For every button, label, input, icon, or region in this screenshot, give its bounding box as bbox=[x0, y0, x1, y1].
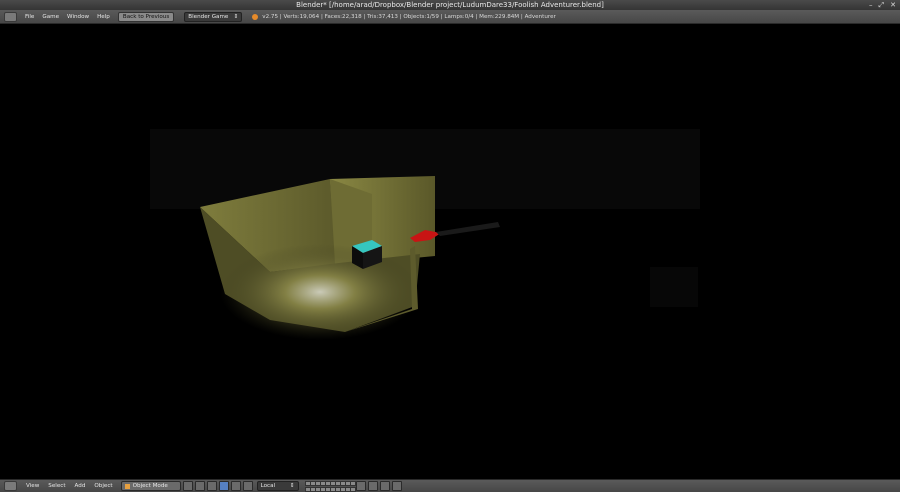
dim-object bbox=[650, 267, 698, 307]
menu-help[interactable]: Help bbox=[97, 14, 110, 20]
window-controls: – ⤢ ✕ bbox=[869, 0, 896, 10]
transform-orientation-select[interactable]: Local ⇕ bbox=[256, 481, 299, 491]
window-titlebar: Blender* [/home/arad/Dropbox/Blender pro… bbox=[0, 0, 900, 10]
render-preview-icon[interactable] bbox=[391, 481, 402, 491]
translate-icon[interactable] bbox=[218, 481, 229, 491]
minimize-icon[interactable]: – bbox=[869, 0, 873, 10]
chevron-updown-icon: ⇕ bbox=[289, 483, 295, 489]
editor-type-button[interactable] bbox=[4, 11, 17, 22]
info-header: File Game Window Help Back to Previous B… bbox=[0, 10, 900, 24]
manipulator-icon[interactable] bbox=[206, 481, 217, 491]
window-title: Blender* [/home/arad/Dropbox/Blender pro… bbox=[296, 1, 604, 9]
menu-add[interactable]: Add bbox=[75, 483, 86, 489]
menu-view[interactable]: View bbox=[26, 483, 39, 489]
3d-viewport[interactable] bbox=[0, 24, 900, 479]
snap-target-icon[interactable] bbox=[379, 481, 390, 491]
menu-file[interactable]: File bbox=[25, 14, 34, 20]
layer-button[interactable] bbox=[349, 480, 356, 486]
viewport-scene bbox=[150, 129, 700, 340]
orientation-label: Local bbox=[260, 483, 276, 489]
back-to-previous-button[interactable]: Back to Previous bbox=[117, 11, 175, 22]
viewport-shading-icon[interactable] bbox=[182, 481, 193, 491]
scale-icon[interactable] bbox=[242, 481, 253, 491]
snap-icon[interactable] bbox=[367, 481, 378, 491]
menu-window[interactable]: Window bbox=[67, 14, 89, 20]
render-engine-select[interactable]: Blender Game ⇕ bbox=[184, 11, 243, 22]
layer-grid[interactable] bbox=[304, 480, 356, 492]
menu-select[interactable]: Select bbox=[48, 483, 65, 489]
close-icon[interactable]: ✕ bbox=[890, 0, 896, 10]
blender-logo-icon bbox=[252, 13, 259, 20]
object-mode-icon bbox=[124, 483, 130, 489]
lock-icon[interactable] bbox=[355, 481, 366, 491]
spotlight-pool bbox=[220, 244, 420, 340]
rotate-icon[interactable] bbox=[230, 481, 241, 491]
mode-label: Object Mode bbox=[132, 483, 168, 489]
dark-beam bbox=[436, 222, 500, 236]
menu-game[interactable]: Game bbox=[42, 14, 59, 20]
editor-type-button-3d[interactable] bbox=[4, 481, 17, 491]
scene-stats: v2.75 | Verts:19,064 | Faces:22,318 | Tr… bbox=[262, 13, 556, 20]
3d-view-header: View Select Add Object Object Mode Local… bbox=[0, 479, 900, 492]
render-engine-label: Blender Game bbox=[188, 13, 229, 20]
menu-object[interactable]: Object bbox=[94, 483, 112, 489]
chevron-updown-icon: ⇕ bbox=[233, 13, 239, 20]
maximize-icon[interactable]: ⤢ bbox=[879, 0, 885, 10]
pivot-point-icon[interactable] bbox=[194, 481, 205, 491]
object-mode-select[interactable]: Object Mode bbox=[120, 481, 181, 491]
